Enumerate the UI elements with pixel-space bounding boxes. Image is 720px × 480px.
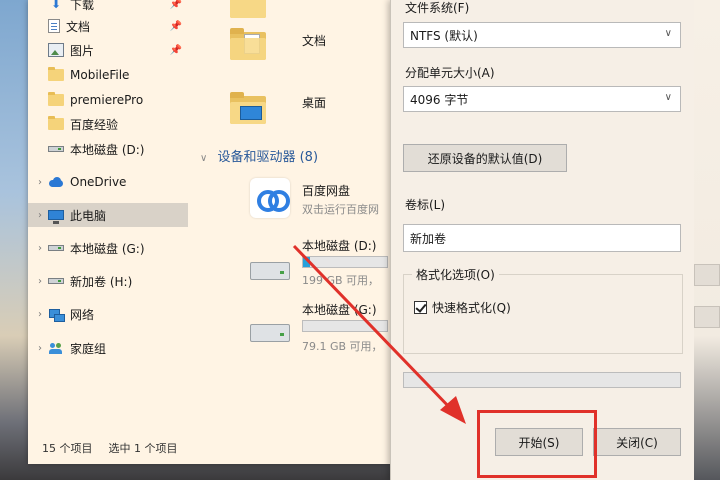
- section-title: 设备和驱动器 (8): [217, 150, 319, 165]
- nav-item-premierepro[interactable]: premierePro: [28, 88, 188, 112]
- chevron-down-icon[interactable]: ∨: [200, 153, 207, 164]
- nav-item-label: OneDrive: [70, 175, 127, 189]
- volume-label-label: 卷标(L): [405, 198, 446, 212]
- nav-item-label: premierePro: [70, 93, 144, 107]
- filesystem-label: 文件系统(F): [405, 1, 470, 15]
- device-name-disk-g[interactable]: 本地磁盘 (G:): [302, 301, 377, 318]
- nav-item-pictures[interactable]: 图片 📌: [28, 38, 188, 62]
- nav-item-documents[interactable]: 文档 📌: [28, 14, 188, 38]
- start-button-highlight: [477, 410, 597, 478]
- device-name-baidu[interactable]: 百度网盘: [302, 182, 350, 199]
- chevron-right-icon[interactable]: ›: [34, 177, 46, 188]
- folder-icon[interactable]: [230, 0, 266, 18]
- drive-icon: [48, 146, 64, 152]
- onedrive-icon: [48, 175, 64, 189]
- close-button[interactable]: 关闭(C): [593, 428, 681, 456]
- device-sub-disk-g: 79.1 GB 可用，: [302, 340, 383, 353]
- restore-defaults-button[interactable]: 还原设备的默认值(D): [403, 144, 567, 172]
- nav-item-label: 文档: [66, 19, 91, 34]
- format-options-group: 格式化选项(O) 快速格式化(Q): [403, 266, 683, 354]
- chevron-right-icon[interactable]: ›: [34, 243, 46, 254]
- pin-icon: 📌: [169, 0, 182, 10]
- format-options-title: 格式化选项(O): [412, 266, 499, 283]
- drive-icon: [48, 245, 64, 251]
- folder-icon: [48, 67, 64, 81]
- format-progress-bar: [403, 372, 681, 388]
- documents-folder-icon[interactable]: [230, 28, 266, 60]
- chevron-right-icon[interactable]: ›: [34, 343, 46, 354]
- nav-item-mobilefile[interactable]: MobileFile: [28, 63, 188, 87]
- capacity-bar-disk-g: [302, 320, 388, 332]
- item-count: 15 个项目: [42, 442, 93, 455]
- allocation-size-select[interactable]: 4096 字节 ∨: [403, 86, 681, 112]
- this-pc-icon: [48, 210, 64, 224]
- nav-item-baidu-experience[interactable]: 百度经验: [28, 112, 188, 136]
- selected-count: 选中 1 个项目: [108, 442, 178, 455]
- capacity-fill: [303, 257, 310, 267]
- nav-item-label: 百度经验: [70, 117, 119, 132]
- filesystem-select[interactable]: NTFS (默认) ∨: [403, 22, 681, 48]
- chevron-right-icon[interactable]: ›: [34, 210, 46, 221]
- background-window-edge: [694, 0, 720, 480]
- nav-item-label: 家庭组: [70, 341, 107, 356]
- quick-format-checkbox[interactable]: [414, 301, 427, 314]
- device-name-disk-d[interactable]: 本地磁盘 (D:): [302, 237, 376, 254]
- nav-item-network[interactable]: › 网络: [28, 302, 188, 326]
- capacity-bar-disk-d: [302, 256, 388, 268]
- chevron-right-icon[interactable]: ›: [34, 309, 46, 320]
- quick-format-option[interactable]: 快速格式化(Q): [414, 299, 511, 316]
- filesystem-value: NTFS (默认): [410, 28, 478, 43]
- quick-format-label: 快速格式化(Q): [432, 301, 511, 315]
- nav-item-label: MobileFile: [70, 68, 130, 82]
- nav-item-label: 此电脑: [70, 208, 107, 223]
- homegroup-icon: [48, 341, 64, 355]
- nav-item-homegroup[interactable]: › 家庭组: [28, 336, 188, 360]
- allocation-size-label: 分配单元大小(A): [405, 66, 495, 80]
- nav-item-label: 本地磁盘 (G:): [70, 241, 145, 256]
- network-icon: [48, 307, 65, 322]
- nav-item-this-pc[interactable]: › 此电脑: [28, 203, 188, 227]
- nav-item-label: 图片: [70, 43, 95, 58]
- nav-item-disk-g[interactable]: › 本地磁盘 (G:): [28, 236, 188, 260]
- nav-item-label: 新加卷 (H:): [70, 274, 133, 289]
- device-sub-disk-d: 199 GB 可用，: [302, 274, 380, 287]
- navigation-pane: ⬇ 下载 📌 文档 📌 图片 📌 MobileFile premierePro: [28, 0, 188, 432]
- nav-item-label: 本地磁盘 (D:): [70, 142, 145, 157]
- pin-icon: 📌: [169, 44, 182, 56]
- folder-icon: [48, 116, 64, 130]
- drive-icon: [48, 278, 64, 284]
- section-devices-drives[interactable]: ∨ 设备和驱动器 (8): [200, 146, 318, 165]
- nav-item-label: 网络: [70, 307, 95, 322]
- nav-item-disk-d[interactable]: 本地磁盘 (D:): [28, 137, 188, 161]
- nav-item-label: 下载: [70, 0, 95, 12]
- device-sub-baidu: 双击运行百度网: [302, 203, 379, 216]
- document-icon: [48, 19, 60, 33]
- format-dialog: 文件系统(F) NTFS (默认) ∨ 分配单元大小(A) 4096 字节 ∨ …: [390, 0, 694, 480]
- folder-label-documents[interactable]: 文档: [302, 32, 326, 49]
- picture-icon: [48, 43, 64, 57]
- nav-item-new-volume-h[interactable]: › 新加卷 (H:): [28, 269, 188, 293]
- chevron-right-icon[interactable]: ›: [34, 276, 46, 287]
- volume-label-input[interactable]: 新加卷: [403, 224, 681, 252]
- baidu-netdisk-icon[interactable]: [250, 178, 290, 218]
- volume-label-value: 新加卷: [410, 231, 447, 246]
- status-bar: 15 个项目 选中 1 个项目: [28, 432, 390, 464]
- drive-icon[interactable]: [250, 324, 290, 342]
- folder-label-desktop[interactable]: 桌面: [302, 94, 326, 111]
- allocation-size-value: 4096 字节: [410, 92, 469, 107]
- pin-icon: 📌: [169, 20, 182, 32]
- nav-item-onedrive[interactable]: › OneDrive: [28, 170, 188, 194]
- desktop-folder-icon[interactable]: [230, 92, 266, 124]
- chevron-down-icon: ∨: [664, 28, 672, 39]
- download-icon: ⬇: [50, 0, 62, 11]
- folder-icon: [48, 92, 64, 106]
- drive-icon[interactable]: [250, 262, 290, 280]
- chevron-down-icon: ∨: [664, 92, 672, 103]
- file-explorer-window: ⬇ 下载 📌 文档 📌 图片 📌 MobileFile premierePro: [28, 0, 390, 464]
